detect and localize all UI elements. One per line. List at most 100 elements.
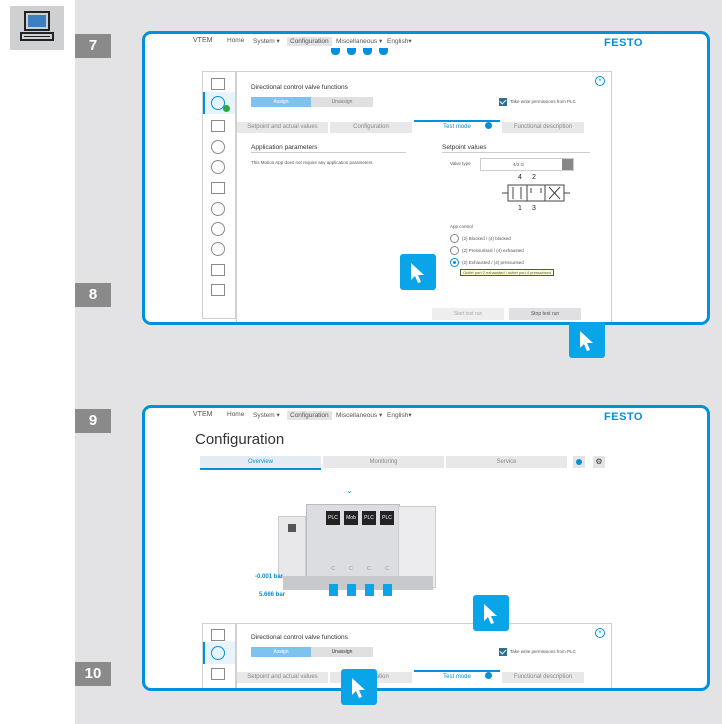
user-icon[interactable]: [573, 456, 585, 468]
nav-language[interactable]: English▾: [387, 411, 412, 419]
sidebar-icon-9[interactable]: [211, 264, 225, 276]
panel-title: Directional control valve functions: [251, 634, 348, 641]
application-parameters-title: Application parameters: [251, 144, 318, 151]
module-3-sub: C: [367, 566, 371, 572]
write-permission-checkbox[interactable]: [499, 648, 507, 656]
setpoint-values-title: Setpoint values: [442, 144, 487, 151]
radio-blocked[interactable]: [450, 234, 459, 243]
divider: [251, 152, 406, 153]
sidebar-icon-8[interactable]: [211, 242, 225, 256]
port-3-label: 3: [532, 205, 536, 212]
computer-icon: [10, 6, 64, 50]
nav-miscellaneous[interactable]: Miscellaneous ▾: [336, 411, 382, 419]
sidebar-icon-2[interactable]: [211, 668, 225, 680]
nav-miscellaneous[interactable]: Miscellaneous ▾: [336, 37, 382, 45]
sidebar-icon-4[interactable]: [211, 160, 225, 174]
festo-logo: FESTO: [604, 411, 643, 423]
close-icon[interactable]: ×: [595, 628, 605, 638]
gauge-icon[interactable]: [211, 222, 225, 236]
document-icon[interactable]: [211, 78, 225, 90]
chevron-down-icon: ⌄: [346, 486, 353, 495]
valve-functions-panel: Directional control valve functions × As…: [236, 623, 612, 688]
tab-service[interactable]: Service: [446, 456, 567, 468]
tooltip: Outlet port 2 exhausted / outlet port 4 …: [460, 269, 554, 276]
valve-type-select[interactable]: 4/3 G: [480, 158, 574, 171]
tab-overview[interactable]: Overview: [200, 456, 321, 470]
tab-setpoint-values[interactable]: Setpoint and actual values: [237, 122, 328, 133]
valve-terminal-image: [278, 496, 438, 596]
cursor-pointer-icon: [341, 669, 377, 705]
tab-configuration[interactable]: Configuration: [330, 122, 412, 133]
app-sidebar: [202, 623, 236, 688]
valve-type-label: Valve type: [450, 161, 471, 166]
sidebar-icon-2[interactable]: [211, 120, 225, 132]
info-icon: [485, 122, 492, 129]
unassign-button[interactable]: Unassign: [311, 647, 373, 657]
nav-home[interactable]: Home: [227, 411, 244, 418]
nav-system[interactable]: System ▾: [253, 411, 280, 419]
start-test-run-button[interactable]: Start test run: [432, 308, 504, 320]
connector: [329, 584, 338, 596]
divider: [442, 152, 590, 153]
module-2-sub: C: [349, 566, 353, 572]
application-parameters-text: This Motion App does not require any app…: [251, 160, 374, 165]
festo-logo: FESTO: [604, 37, 643, 49]
chevron-down-icon: [562, 159, 573, 170]
step-10-label: 10: [75, 662, 111, 686]
radio-pressurised[interactable]: [450, 246, 459, 255]
option-exhausted-label: (2) Exhausted / (4) pressurised: [462, 260, 524, 265]
info-icon: [485, 672, 492, 679]
app-title: VTEM: [193, 37, 213, 44]
tab-functional-description[interactable]: Functional description: [502, 672, 584, 683]
page-title: Configuration: [195, 431, 285, 448]
sidebar-icon-10[interactable]: [211, 284, 225, 296]
write-permission-checkbox[interactable]: [499, 98, 507, 106]
module-4-label: PLC: [380, 511, 394, 525]
step-8-label: 8: [75, 283, 111, 307]
sidebar-icon-3[interactable]: [211, 140, 225, 154]
radio-exhausted[interactable]: [450, 258, 459, 267]
port-4-label: 4: [518, 174, 522, 181]
app-control-label: App control: [450, 224, 473, 229]
tab-monitoring[interactable]: Monitoring: [323, 456, 444, 468]
module-1-label: PLC: [326, 511, 340, 525]
module-2-label: Mob: [344, 511, 358, 525]
nav-configuration[interactable]: Configuration: [287, 37, 332, 46]
connector: [365, 584, 374, 596]
tab-functional-description[interactable]: Functional description: [502, 122, 584, 133]
nav-language[interactable]: English▾: [387, 37, 412, 45]
nav-configuration[interactable]: Configuration: [287, 411, 332, 420]
stop-test-run-button[interactable]: Stop test run: [509, 308, 581, 320]
option-blocked-label: (2) Blocked / (4) blocked: [462, 236, 511, 241]
cursor-pointer-icon: [400, 254, 436, 290]
settings-gear-icon[interactable]: ⚙: [593, 456, 605, 468]
port-2-label: 2: [532, 174, 536, 181]
unassign-button[interactable]: Unassign: [311, 97, 373, 107]
cursor-pointer-icon: [569, 322, 605, 358]
valve-function-icon[interactable]: [211, 646, 225, 660]
write-permission-label: Take write permissions from PLC: [510, 649, 576, 654]
sidebar-icon-5[interactable]: [211, 182, 225, 194]
module-3-label: PLC: [362, 511, 376, 525]
assign-button[interactable]: Assign: [251, 647, 311, 657]
connector: [347, 584, 356, 596]
valve-symbol-diagram: 4 2 1 3: [500, 174, 572, 214]
module-1-sub: C: [331, 566, 335, 572]
screen-configuration: VTEM Home System ▾ Configuration Miscell…: [142, 405, 710, 691]
assign-button[interactable]: Assign: [251, 97, 311, 107]
sidebar-icon-6[interactable]: [211, 202, 225, 216]
app-title: VTEM: [193, 411, 213, 418]
step-7-label: 7: [75, 34, 111, 58]
close-icon[interactable]: ×: [595, 76, 605, 86]
document-icon[interactable]: [211, 629, 225, 641]
tab-setpoint-values[interactable]: Setpoint and actual values: [237, 672, 328, 683]
nav-system[interactable]: System ▾: [253, 37, 280, 45]
step-9-label: 9: [75, 409, 111, 433]
option-pressurised-label: (2) Pressurised / (4) exhausted: [462, 248, 524, 253]
top-navigation: VTEM Home System ▾ Configuration Miscell…: [145, 408, 707, 423]
top-navigation: VTEM Home System ▾ Configuration Miscell…: [145, 34, 707, 49]
panel-title: Directional control valve functions: [251, 84, 348, 91]
valve-type-value: 4/3 G: [513, 162, 525, 167]
valve-module-bottoms: [331, 48, 391, 56]
nav-home[interactable]: Home: [227, 37, 244, 44]
